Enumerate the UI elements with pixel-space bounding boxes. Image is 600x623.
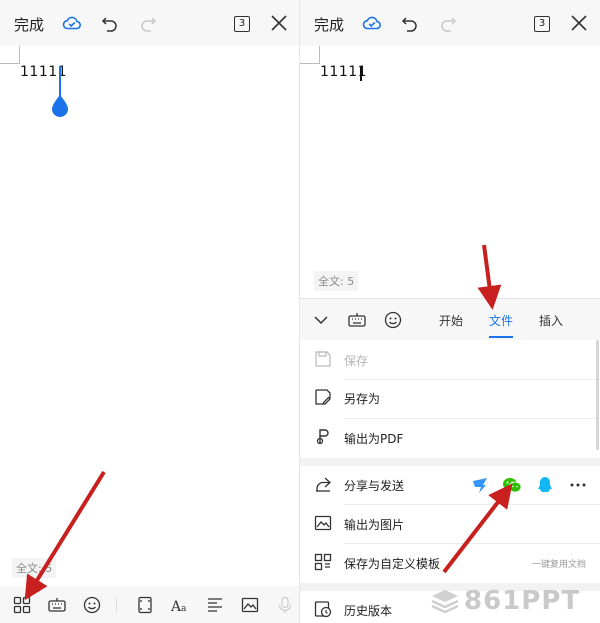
cursor-handle[interactable] (51, 94, 69, 118)
page-corner-mark (0, 46, 20, 64)
svg-text:a: a (181, 604, 187, 614)
cloud-sync-icon[interactable] (62, 13, 82, 33)
menu-item-label: 输出为图片 (344, 518, 405, 532)
menu-item-save-template[interactable]: 保存为自定义模板 一键复用文档 (300, 543, 600, 583)
template-icon (314, 553, 332, 571)
editor-topbar: 完成 3 (0, 0, 300, 46)
tab-insert[interactable]: 插入 (539, 312, 563, 329)
menu-item-label: 保存 (344, 354, 369, 368)
save-icon (315, 351, 331, 367)
page-corner-mark (300, 46, 320, 64)
right-editor-panel: 完成 3 11111 全文: 5 开始 文件 插入 保存 另存为 输出为PDF … (300, 0, 600, 623)
wechat-icon[interactable] (502, 476, 522, 494)
menu-item-label: 另存为 (344, 392, 381, 406)
watermark-text: 861PPT (464, 586, 581, 616)
redo-icon[interactable] (138, 13, 158, 33)
pdf-icon (316, 429, 329, 445)
collapse-chevron-icon[interactable] (312, 311, 330, 329)
menu-item-label: 分享与发送 (344, 479, 405, 493)
emoji-icon[interactable] (384, 311, 402, 329)
menu-item-label: 保存为自定义模板 (344, 557, 441, 571)
menu-item-save[interactable]: 保存 (300, 340, 600, 380)
menu-item-export-pdf[interactable]: 输出为PDF (300, 418, 600, 458)
menu-item-export-image[interactable]: 输出为图片 (300, 504, 600, 544)
menu-item-label: 输出为PDF (344, 432, 404, 446)
emoji-icon[interactable] (83, 596, 101, 614)
paragraph-align-icon[interactable] (206, 596, 224, 614)
keyboard-icon[interactable] (48, 596, 66, 614)
undo-icon[interactable] (400, 13, 420, 33)
image-icon[interactable] (241, 596, 259, 614)
more-icon[interactable] (570, 476, 586, 494)
menu-scrollbar[interactable] (596, 340, 599, 450)
menu-item-share-send[interactable]: 分享与发送 (300, 465, 600, 505)
template-hint: 一键复用文档 (531, 560, 586, 570)
toolbar-separator (116, 597, 117, 613)
active-tab-indicator (489, 336, 513, 338)
keyboard-icon[interactable] (348, 311, 366, 329)
redo-icon[interactable] (438, 13, 458, 33)
tab-start[interactable]: 开始 (439, 312, 463, 329)
page-count-button[interactable]: 3 (234, 16, 250, 32)
share-icon (316, 477, 331, 492)
dingtalk-icon[interactable] (472, 476, 488, 494)
done-button[interactable]: 完成 (314, 14, 344, 35)
history-icon (314, 601, 332, 618)
left-editor-panel: 完成 3 11111 全文: 5 A a (0, 0, 300, 623)
bottom-sheet-tabbar: 开始 文件 插入 (300, 298, 600, 340)
page-frame-icon[interactable] (136, 596, 154, 614)
close-icon[interactable] (569, 13, 589, 33)
font-style-icon[interactable]: A a (171, 596, 189, 614)
page-count-button[interactable]: 3 (534, 16, 550, 32)
qq-icon[interactable] (537, 476, 553, 494)
save-as-icon (315, 389, 331, 405)
editor-topbar: 完成 3 (300, 0, 600, 46)
apps-grid-icon[interactable] (13, 596, 31, 614)
undo-icon[interactable] (100, 13, 120, 33)
text-cursor (360, 66, 362, 81)
done-button[interactable]: 完成 (14, 14, 44, 35)
microphone-icon[interactable] (276, 596, 294, 614)
word-count: 全文: 5 (12, 558, 57, 578)
word-count: 全文: 5 (314, 271, 359, 291)
image-icon (314, 515, 332, 531)
close-icon[interactable] (269, 13, 289, 33)
tab-file[interactable]: 文件 (489, 312, 513, 329)
menu-item-label: 历史版本 (344, 604, 393, 618)
bottom-toolbar: A a (0, 586, 300, 623)
cloud-sync-icon[interactable] (362, 13, 382, 33)
menu-item-save-as[interactable]: 另存为 (300, 378, 600, 418)
watermark: 861PPT (430, 586, 595, 616)
layers-logo-icon (431, 590, 459, 614)
